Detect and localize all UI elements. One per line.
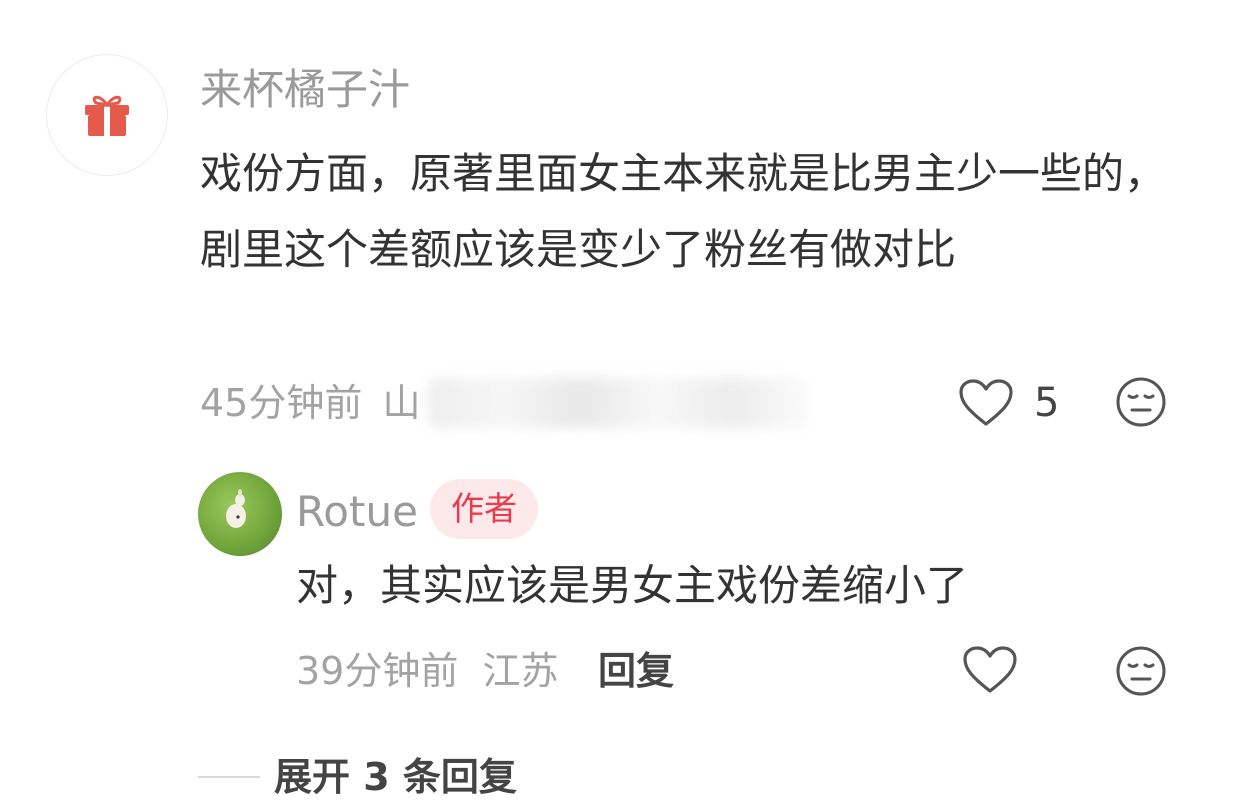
meh-face-icon bbox=[1116, 646, 1166, 696]
avatar[interactable] bbox=[46, 54, 168, 176]
meh-face-icon bbox=[1116, 377, 1166, 427]
redacted-location-blur bbox=[428, 378, 808, 428]
expand-divider bbox=[198, 776, 260, 778]
expand-replies-button[interactable]: 展开 3 条回复 bbox=[274, 752, 517, 802]
author-badge: 作者 bbox=[430, 479, 538, 539]
reply-username[interactable]: Rotue bbox=[296, 484, 418, 540]
comment-text: 戏份方面，原著里面女主本来就是比男主少一些的，剧里这个差额应该是变少了粉丝有做对… bbox=[200, 149, 1167, 274]
reply-time: 39分钟前 bbox=[296, 649, 459, 693]
dog-photo-icon bbox=[226, 489, 246, 528]
reply-avatar[interactable] bbox=[198, 472, 282, 556]
reply-reaction-button[interactable] bbox=[1115, 645, 1167, 701]
comment-location: 山 bbox=[382, 381, 421, 425]
reaction-button[interactable] bbox=[1115, 376, 1167, 432]
reply-location: 江苏 bbox=[482, 649, 559, 693]
heart-outline-icon bbox=[959, 379, 1013, 426]
reply-button[interactable]: 回复 bbox=[598, 646, 674, 696]
comment-time: 45分钟前 bbox=[200, 381, 363, 425]
reply-text: 对，其实应该是男女主戏份差缩小了 bbox=[296, 561, 969, 610]
like-button[interactable]: 5 bbox=[958, 376, 1059, 430]
heart-outline-icon bbox=[963, 646, 1017, 693]
like-count: 5 bbox=[1034, 380, 1060, 426]
comment-meta: 45分钟前 山 bbox=[200, 378, 420, 428]
reply-meta: 39分钟前 江苏 bbox=[296, 646, 558, 696]
comment-username[interactable]: 来杯橘子汁 bbox=[200, 62, 410, 118]
reply-like-button[interactable] bbox=[962, 645, 1018, 695]
gift-icon bbox=[85, 95, 129, 136]
